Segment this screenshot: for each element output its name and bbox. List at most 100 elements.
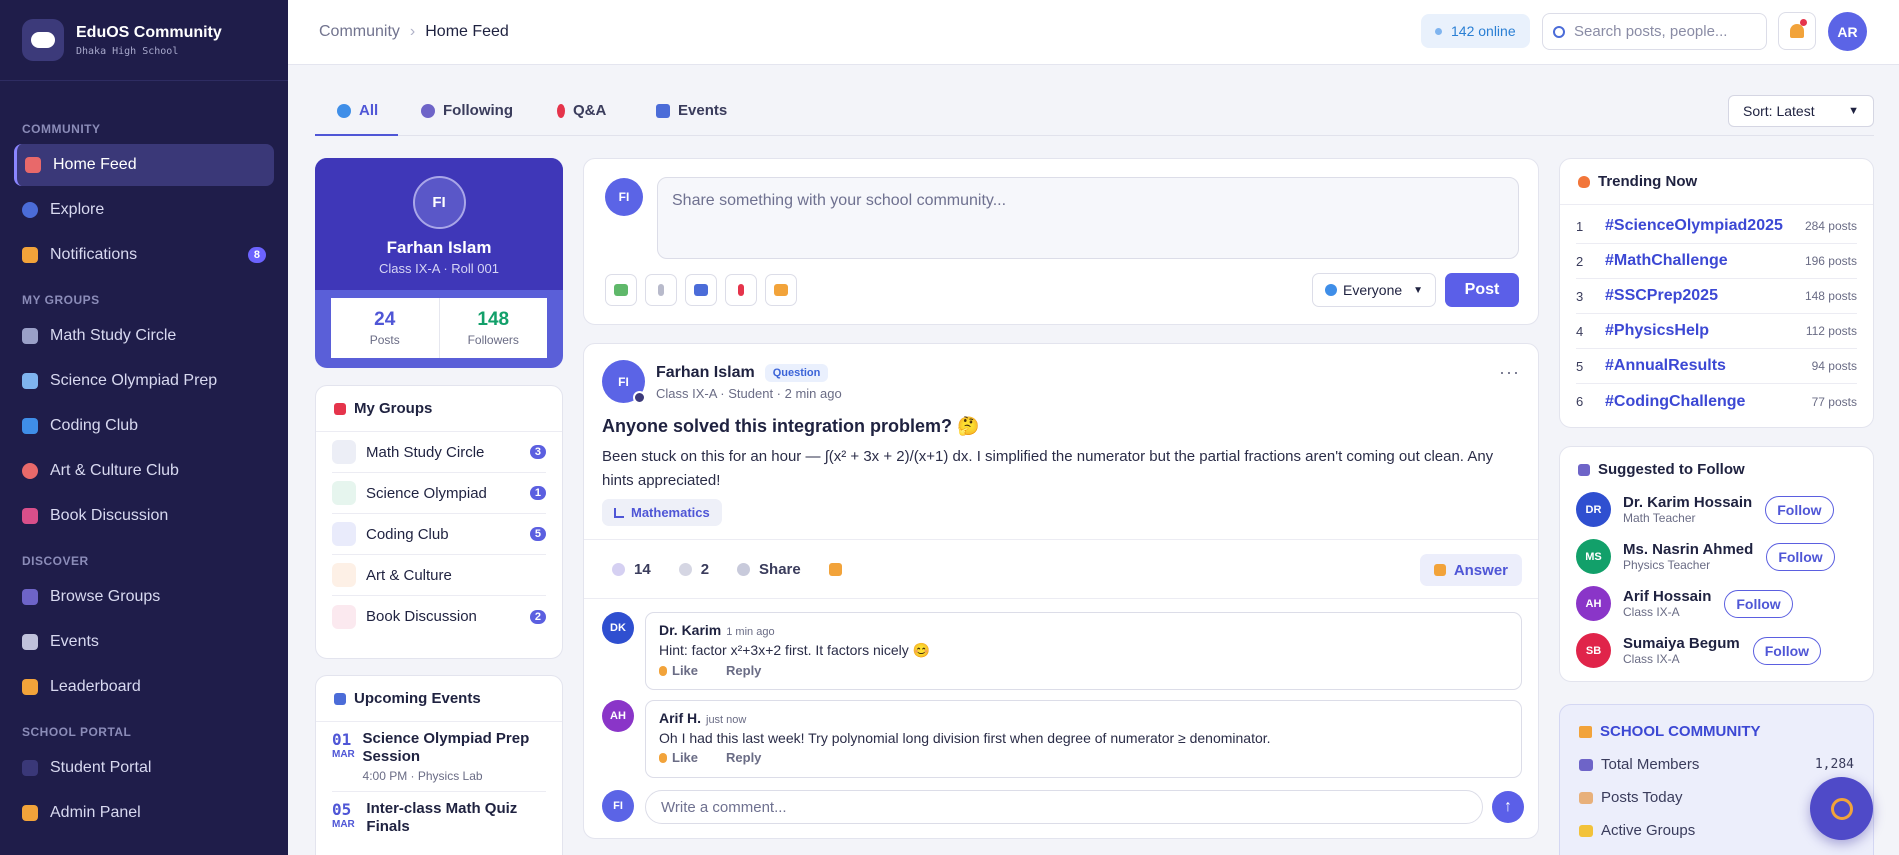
tab-label: Q&A: [573, 102, 607, 119]
tag-button[interactable]: [828, 562, 851, 576]
trending-item[interactable]: 4 #PhysicsHelp 112 posts: [1576, 314, 1857, 349]
comment-avatar[interactable]: DK: [602, 612, 634, 644]
user-avatar[interactable]: AR: [1828, 12, 1867, 51]
poll-button[interactable]: [685, 274, 717, 306]
group-badge: 3: [529, 445, 546, 459]
microscope-icon: [332, 481, 356, 505]
audience-select[interactable]: Everyone ▼: [1312, 273, 1436, 307]
trending-item[interactable]: 1 #ScienceOlympiad2025 284 posts: [1576, 209, 1857, 244]
follow-button[interactable]: Follow: [1752, 636, 1822, 665]
tab-label: All: [359, 102, 379, 119]
post-button[interactable]: Post: [1445, 273, 1519, 307]
profile-avatar[interactable]: FI: [412, 176, 466, 229]
posts-stat[interactable]: 24 Posts: [331, 298, 440, 358]
sidebar-item-explore[interactable]: Explore: [14, 189, 274, 231]
group-item[interactable]: Coding Club 5: [332, 514, 546, 555]
attach-button[interactable]: [645, 274, 677, 306]
sidebar-item-math-study-circle[interactable]: Math Study Circle: [14, 315, 274, 357]
event-item[interactable]: 05 MAR Inter-class Math Quiz Finals: [332, 792, 546, 844]
sidebar-item-home-feed[interactable]: Home Feed: [14, 144, 274, 186]
sidebar-item-admin-panel[interactable]: Admin Panel: [14, 792, 274, 834]
follow-button[interactable]: Follow: [1765, 495, 1834, 524]
group-badge: 2: [529, 609, 546, 624]
group-item[interactable]: Art & Culture: [332, 555, 546, 596]
group-item[interactable]: Math Study Circle 3: [332, 432, 546, 473]
group-badge: 5: [529, 527, 546, 541]
trending-item[interactable]: 5 #AnnualResults 94 posts: [1576, 349, 1857, 384]
sort-select[interactable]: Sort: Latest ▼: [1728, 95, 1874, 127]
user-avatar[interactable]: AH: [1576, 586, 1611, 621]
card-title-text: My Groups: [354, 400, 433, 417]
sidebar-item-book-discussion[interactable]: Book Discussion: [14, 495, 274, 537]
comment-author[interactable]: Dr. Karim: [659, 622, 721, 638]
group-item[interactable]: Book Discussion 2: [332, 596, 546, 637]
tab-events[interactable]: Events: [656, 92, 727, 136]
like-button[interactable]: 14: [612, 561, 651, 578]
globe-icon: [337, 104, 351, 118]
comment-author[interactable]: Arif H.: [659, 710, 701, 726]
trending-item[interactable]: 6 #CodingChallenge 77 posts: [1576, 384, 1857, 419]
sidebar-item-leaderboard[interactable]: Leaderboard: [14, 666, 274, 708]
send-comment-button[interactable]: ↑: [1492, 791, 1524, 823]
sidebar-item-events[interactable]: Events: [14, 621, 274, 663]
answer-button[interactable]: Answer: [1419, 554, 1522, 586]
search-input[interactable]: Search posts, people...: [1542, 13, 1767, 50]
trending-item[interactable]: 2 #MathChallenge 196 posts: [1576, 244, 1857, 279]
compass-icon: [1830, 797, 1853, 820]
card-title: My Groups: [316, 386, 562, 432]
sidebar: EduOS Community Dhaka High School Commun…: [0, 0, 288, 855]
tab-all[interactable]: All: [315, 92, 399, 136]
post-author-name[interactable]: Farhan Islam: [656, 364, 755, 382]
breadcrumb-root[interactable]: Community: [319, 23, 400, 41]
comment-reply-button[interactable]: Reply: [726, 750, 761, 765]
comment-like-button[interactable]: Like: [659, 663, 712, 678]
comment-reply-button[interactable]: Reply: [726, 663, 761, 678]
event-title: Inter-class Math Quiz Finals: [366, 800, 518, 835]
post-author-avatar[interactable]: FI: [602, 360, 646, 404]
sidebar-item-browse-groups[interactable]: Browse Groups: [14, 576, 274, 618]
notifications-button[interactable]: [1778, 12, 1816, 50]
tag-button[interactable]: [765, 274, 797, 306]
image-button[interactable]: [605, 274, 637, 306]
follow-button[interactable]: Follow: [1724, 589, 1793, 618]
compass-fab-button[interactable]: [1810, 777, 1873, 840]
trend-rank: 3: [1576, 288, 1584, 304]
share-button[interactable]: Share: [737, 561, 801, 578]
sidebar-item-coding-club[interactable]: Coding Club: [14, 405, 274, 447]
ruler-icon: [614, 507, 624, 518]
tab-qa[interactable]: Q&A: [557, 92, 606, 136]
sidebar-item-student-portal[interactable]: Student Portal: [14, 747, 274, 789]
comment-input[interactable]: Write a comment...: [645, 790, 1483, 824]
card-title-text: SCHOOL COMMUNITY: [1600, 723, 1761, 740]
event-item[interactable]: 01 MAR Science Olympiad Prep Session 4:00 …: [332, 722, 546, 792]
comment-avatar[interactable]: AH: [602, 700, 634, 732]
brand-name: EduOS Community: [76, 23, 222, 41]
followers-stat[interactable]: 148 Followers: [440, 298, 548, 358]
trending-item[interactable]: 3 #SSCPrep2025 148 posts: [1576, 279, 1857, 314]
user-name[interactable]: Ms. Nasrin Ahmed: [1623, 541, 1753, 558]
comment-like-button[interactable]: Like: [659, 750, 712, 765]
tab-following[interactable]: Following: [421, 92, 513, 136]
brand[interactable]: EduOS Community Dhaka High School: [0, 0, 288, 81]
school-icon: [1579, 725, 1592, 738]
trend-hashtag: #SSCPrep2025: [1605, 287, 1718, 304]
user-name[interactable]: Sumaiya Begum: [1623, 635, 1740, 652]
user-avatar[interactable]: SB: [1576, 633, 1611, 668]
group-item[interactable]: Science Olympiad 1: [332, 473, 546, 514]
follow-button[interactable]: Follow: [1766, 542, 1835, 571]
sidebar-item-art-culture-club[interactable]: Art & Culture Club: [14, 450, 274, 492]
user-avatar[interactable]: DR: [1576, 492, 1611, 527]
composer-textarea[interactable]: Share something with your school communi…: [657, 177, 1519, 259]
more-options-icon[interactable]: ···: [1499, 362, 1520, 383]
user-name[interactable]: Dr. Karim Hossain: [1623, 494, 1752, 511]
comment-button[interactable]: 2: [678, 561, 709, 578]
event-title: Science Olympiad Prep Session: [362, 730, 530, 765]
user-name[interactable]: Arif Hossain: [1623, 588, 1711, 605]
user-avatar[interactable]: MS: [1576, 539, 1611, 574]
sidebar-item-notifications[interactable]: Notifications 8: [14, 234, 274, 276]
topic-tag[interactable]: Mathematics: [602, 499, 722, 526]
feed-post: FI Farhan Islam Question Class IX-A · Stu…: [583, 343, 1539, 839]
question-button[interactable]: [725, 274, 757, 306]
sidebar-item-science-olympiad-prep[interactable]: Science Olympiad Prep: [14, 360, 274, 402]
comment-writer-avatar: FI: [602, 790, 634, 822]
